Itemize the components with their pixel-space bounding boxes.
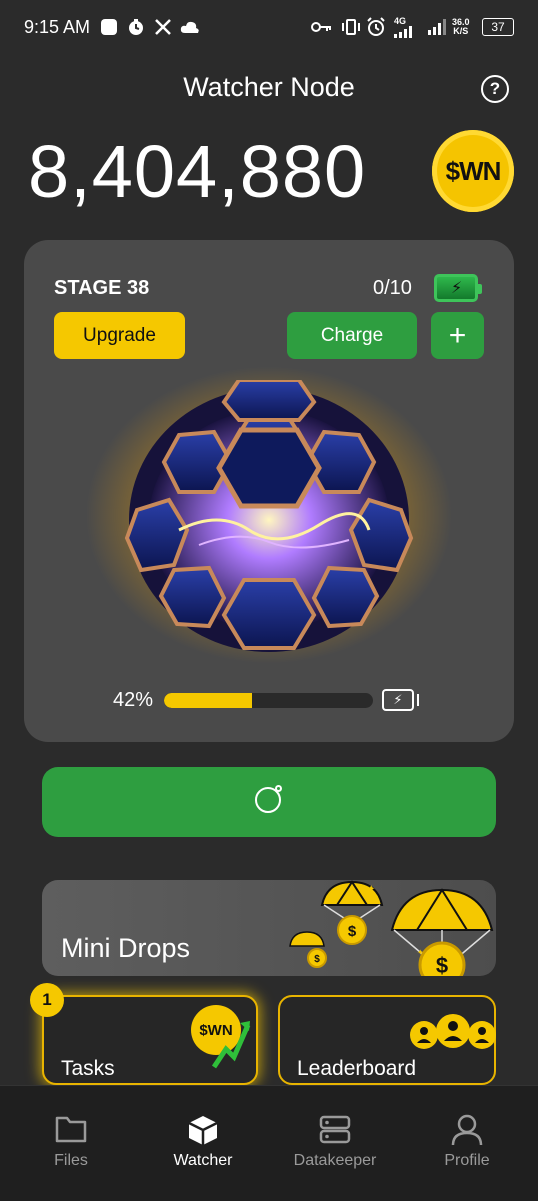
progress-percent: 42%: [113, 689, 154, 711]
charges-count: 0/10: [373, 277, 412, 299]
folder-icon: [55, 1116, 87, 1143]
svg-text:✦: ✦: [367, 884, 375, 895]
node-card: STAGE 38 0/10 ⚡ Upgrade Charge + 42% ⚡: [24, 240, 514, 742]
wn-coin-icon: $WN: [432, 130, 514, 212]
tab-watcher[interactable]: Watcher: [136, 1086, 270, 1186]
status-time: 9:15 AM: [24, 17, 91, 37]
tasks-label: Tasks: [61, 1057, 115, 1080]
tasks-tile[interactable]: Tasks $WN: [42, 995, 258, 1085]
tab-datakeeper-label: Datakeeper: [293, 1152, 377, 1169]
loading-spinner-icon: [255, 785, 282, 813]
cloud-notification-icon: [180, 16, 200, 38]
mini-drops-label: Mini Drops: [61, 933, 191, 963]
tab-datakeeper[interactable]: Datakeeper: [268, 1086, 402, 1186]
battery-status-icon: 37: [482, 18, 514, 36]
balance-amount: 8,404,880: [28, 130, 367, 213]
leaderboard-tile[interactable]: Leaderboard: [278, 995, 496, 1085]
leaderboard-users-icon: [410, 1014, 496, 1049]
svg-text:$: $: [348, 923, 357, 940]
progress-fill: [164, 693, 252, 708]
tab-files[interactable]: Files: [4, 1086, 138, 1186]
tab-watcher-label: Watcher: [173, 1152, 233, 1169]
alarm-icon: [366, 16, 386, 38]
timer-notification-icon: [127, 16, 145, 38]
person-icon: [451, 1114, 483, 1146]
battery-charge-icon: ⚡: [434, 274, 482, 302]
leaderboard-label: Leaderboard: [297, 1057, 417, 1080]
app-notification-icon: [100, 16, 118, 38]
tasks-badge: 1: [30, 983, 64, 1017]
stage-label: STAGE 38: [54, 277, 150, 299]
add-charge-button[interactable]: +: [431, 312, 484, 359]
tab-profile[interactable]: Profile: [400, 1086, 534, 1186]
trend-up-arrow-icon: [212, 1021, 251, 1069]
wn-coin-label: $WN: [445, 155, 502, 186]
battery-bolt-icon: ⚡: [382, 689, 419, 711]
status-bar: 9:15 AM 4G 36.0 K/S 37: [0, 0, 538, 56]
charge-button[interactable]: Charge: [287, 312, 417, 359]
tab-profile-label: Profile: [444, 1152, 490, 1169]
svg-text:$: $: [436, 953, 448, 976]
svg-text:✦: ✦: [417, 948, 424, 957]
upgrade-button[interactable]: Upgrade: [54, 312, 185, 359]
page-title: Watcher Node: [183, 72, 355, 102]
key-icon: [311, 16, 333, 38]
svg-text:$: $: [314, 954, 320, 965]
server-icon: [319, 1115, 351, 1144]
signal-4g-icon: 4G: [394, 16, 420, 38]
watcher-node-image[interactable]: [119, 380, 419, 660]
cube-icon: [188, 1116, 218, 1145]
bottom-tab-bar: Files Watcher Datakeeper Profile: [0, 1085, 538, 1201]
start-node-button[interactable]: [42, 767, 496, 837]
vibrate-icon: [341, 16, 361, 38]
network-speed: 36.0 K/S: [452, 17, 470, 36]
progress-bar: [164, 693, 373, 708]
signal-strength-icon: [428, 16, 448, 38]
x-notification-icon: [154, 16, 172, 38]
parachute-coins-icon: $ $ $ ✦ ✦: [289, 880, 494, 976]
help-icon[interactable]: ?: [481, 75, 509, 103]
mini-drops-banner[interactable]: Mini Drops $ $ $ ✦ ✦: [42, 880, 496, 976]
tab-files-label: Files: [54, 1152, 88, 1169]
